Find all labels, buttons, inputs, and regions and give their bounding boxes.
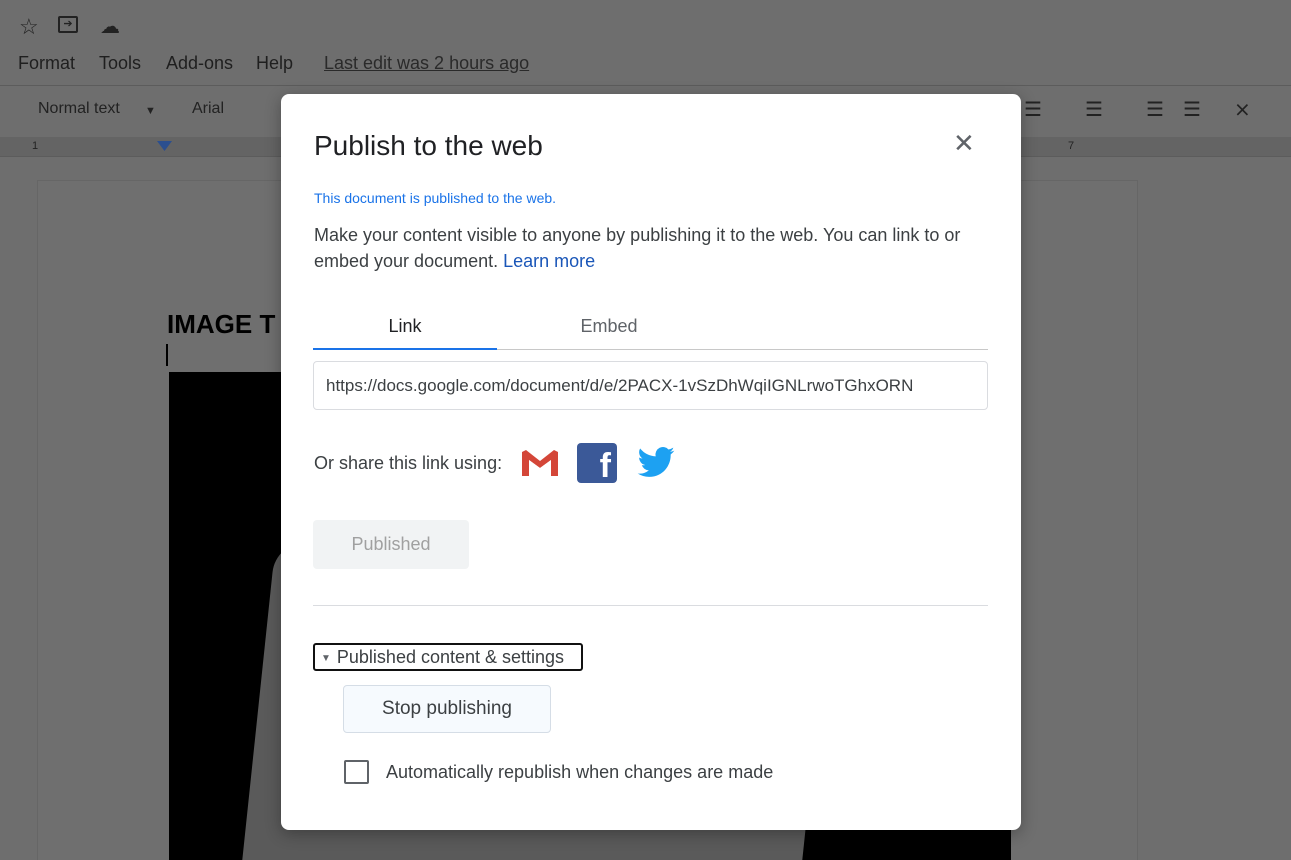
tab-bar: Link Embed (313, 316, 988, 350)
indent-marker[interactable] (157, 141, 172, 151)
clear-formatting-icon[interactable]: ⨯ (1234, 97, 1251, 122)
share-label: Or share this link using: (314, 453, 503, 473)
caret-down-icon: ▼ (321, 653, 331, 664)
publish-dialog: Publish to the web ✕ This document is pu… (281, 94, 1021, 830)
stop-publishing-button[interactable]: Stop publishing (343, 685, 551, 733)
move-to-folder-icon[interactable]: ➔ (58, 16, 78, 33)
ruler-mark: 7 (1068, 140, 1075, 152)
learn-more-link[interactable]: Learn more (503, 251, 595, 271)
star-icon[interactable]: ☆ (19, 14, 39, 40)
published-settings-toggle[interactable]: ▼ Published content & settings (313, 643, 583, 671)
menu-tools[interactable]: Tools (99, 53, 141, 74)
facebook-icon[interactable]: f (577, 443, 617, 483)
increase-indent-icon[interactable]: ☰ (1183, 97, 1201, 122)
decrease-indent-icon[interactable]: ☰ (1146, 97, 1164, 122)
description-text: Make your content visible to anyone by p… (314, 225, 961, 271)
font-select[interactable]: Arial (192, 100, 224, 118)
gmail-icon[interactable] (520, 448, 560, 478)
divider (313, 605, 988, 606)
text-cursor (166, 344, 168, 366)
bulleted-list-icon[interactable]: ☰ (1085, 97, 1103, 122)
last-edit-link[interactable]: Last edit was 2 hours ago (324, 53, 529, 74)
close-icon[interactable]: ✕ (953, 128, 975, 159)
document-heading: IMAGE T (167, 309, 276, 339)
menu-format[interactable]: Format (18, 53, 75, 74)
published-button[interactable]: Published (313, 520, 469, 569)
twitter-icon[interactable] (634, 443, 678, 483)
settings-toggle-label: Published content & settings (336, 647, 565, 667)
publish-status: This document is published to the web. (314, 190, 557, 206)
published-url-field[interactable] (313, 361, 988, 410)
menu-help[interactable]: Help (256, 53, 293, 74)
tab-link[interactable]: Link (313, 316, 497, 350)
menu-addons[interactable]: Add-ons (166, 53, 233, 74)
cloud-saved-icon[interactable]: ☁ (100, 14, 120, 39)
tab-embed[interactable]: Embed (517, 316, 701, 350)
auto-republish-checkbox[interactable] (344, 760, 369, 784)
dialog-description: Make your content visible to anyone by p… (314, 222, 994, 274)
style-select[interactable]: Normal text (38, 100, 120, 118)
ruler-mark: 1 (32, 140, 39, 152)
auto-republish-label: Automatically republish when changes are… (386, 762, 774, 782)
chevron-down-icon[interactable]: ▼ (145, 105, 156, 117)
numbered-list-icon[interactable]: ☰ (1024, 97, 1042, 122)
dialog-title: Publish to the web (314, 130, 543, 161)
